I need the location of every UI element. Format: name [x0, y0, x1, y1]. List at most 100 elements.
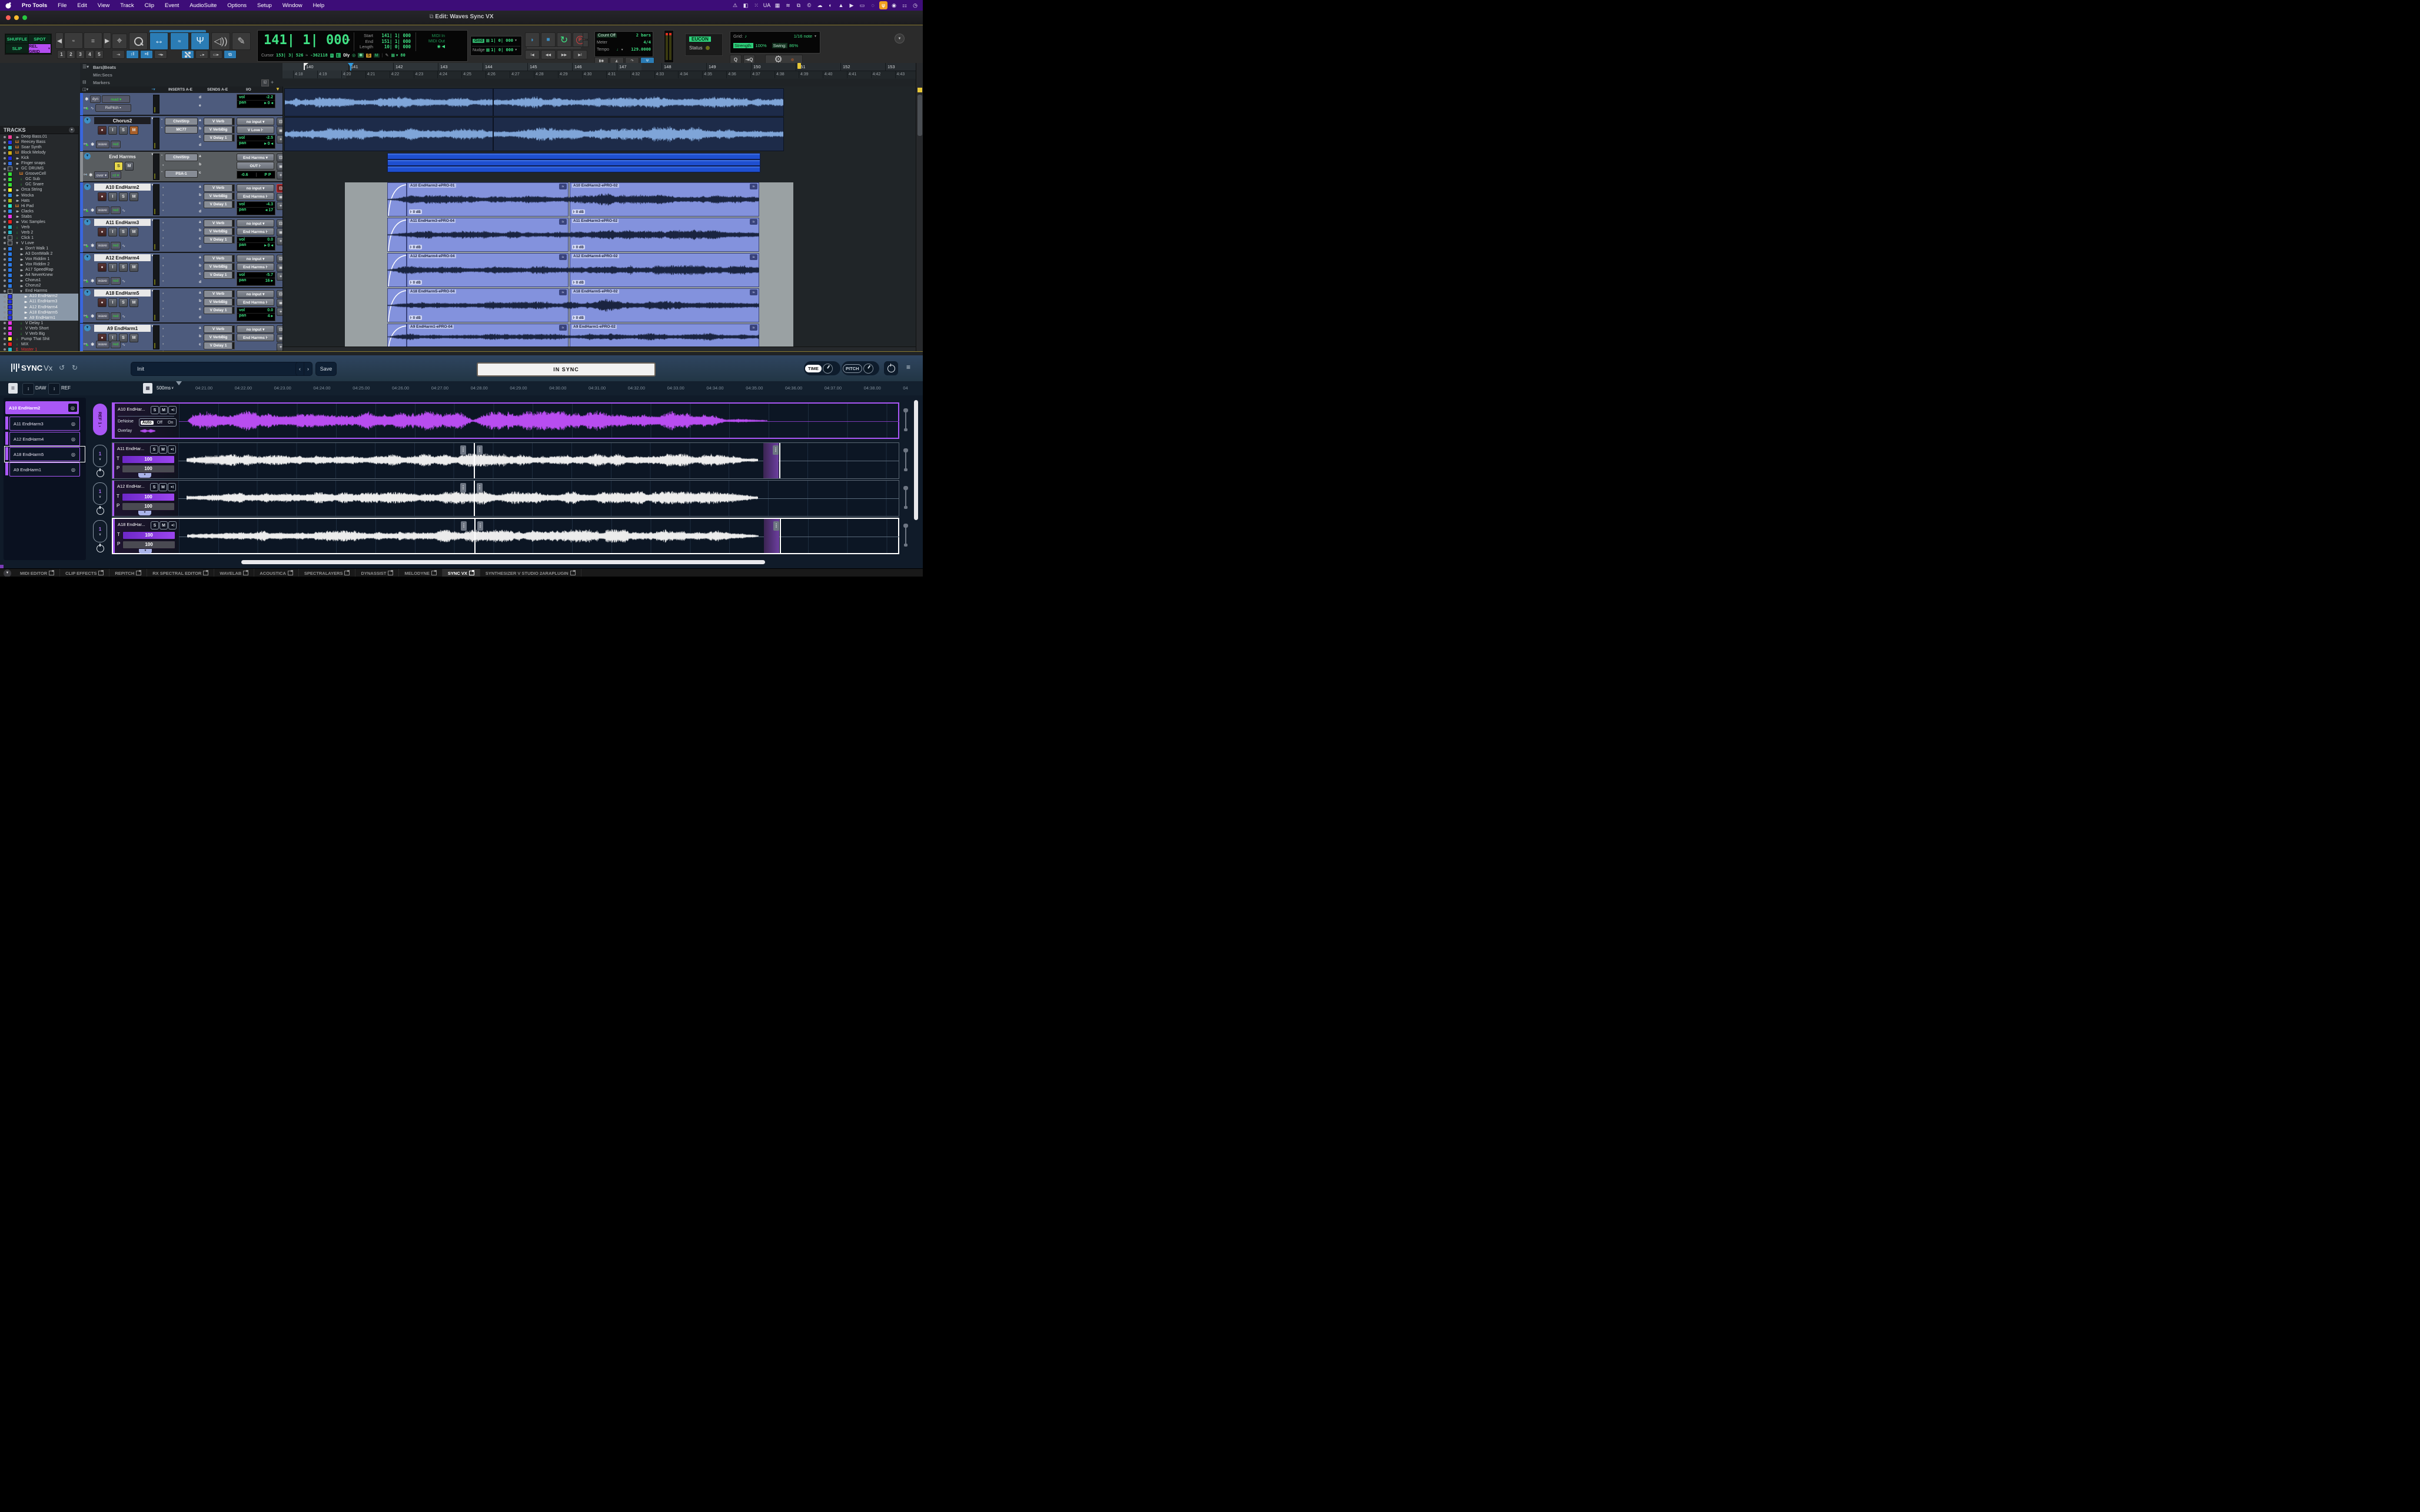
- menu-item-clip[interactable]: Clip: [139, 0, 159, 11]
- sync-lane-a18-endhar-[interactable]: A18 EndHar...SM◄)T100P100▼⋮⋮⋮: [112, 518, 899, 554]
- menu-item-window[interactable]: Window: [277, 0, 308, 11]
- horizontal-scrollbar-edit[interactable]: [282, 347, 916, 351]
- insert-slot-empty[interactable]: •: [162, 257, 164, 261]
- fast-forward-button[interactable]: ▶▶: [557, 50, 571, 59]
- status-display-check-icon[interactable]: ⧉: [795, 1, 803, 9]
- strip-collapse-button[interactable]: ▼: [84, 153, 91, 159]
- count-off-toggle[interactable]: Count Off: [597, 34, 617, 38]
- timeline-marker-yellow[interactable]: [797, 63, 801, 69]
- lane-solo-button[interactable]: S: [151, 521, 159, 529]
- denoise-segmented[interactable]: AutoOffOn: [139, 418, 177, 427]
- tracks-collapse-icon[interactable]: ▼: [69, 127, 75, 133]
- sidebar-item-gc-snare[interactable]: ↓GC Snare: [0, 182, 78, 187]
- track-shown-dot[interactable]: [4, 146, 6, 149]
- track-shown-dot[interactable]: [4, 136, 6, 138]
- track-color-chip[interactable]: [8, 172, 12, 176]
- segment-endline[interactable]: [779, 443, 780, 478]
- vol-pan-display[interactable]: vol0.0pan4 ▸: [237, 307, 275, 321]
- track-shown-dot[interactable]: [4, 269, 6, 271]
- add-button[interactable]: +: [277, 202, 283, 210]
- track-shown-dot[interactable]: [4, 173, 6, 175]
- strip-collapse-button[interactable]: ▼: [84, 184, 91, 190]
- status-window-split-icon[interactable]: ◧: [742, 1, 750, 9]
- sidebar-item-kick[interactable]: ▸▸Kick: [0, 155, 78, 161]
- aux-automation-bar-3[interactable]: [387, 166, 760, 172]
- track-color-chip[interactable]: [8, 278, 12, 283]
- clip-gain-1[interactable]: ⊦ 0 dB: [409, 280, 422, 285]
- track-color-chip[interactable]: [8, 310, 12, 315]
- grid-value-small[interactable]: 80: [400, 53, 405, 58]
- stop-button[interactable]: ■: [541, 32, 556, 47]
- status-film-icon[interactable]: ▦: [773, 1, 782, 9]
- elastic-audio-icon[interactable]: ✱: [91, 278, 95, 284]
- window-button[interactable]: ⊡: [277, 154, 283, 162]
- record-arm-button[interactable]: ●: [98, 263, 107, 272]
- track-shown-dot[interactable]: [4, 199, 6, 202]
- mute-button[interactable]: M: [129, 263, 138, 272]
- send-v-delay-1[interactable]: V Delay 1: [204, 307, 233, 314]
- lane-mute-button[interactable]: M: [159, 521, 168, 529]
- pencil-tool[interactable]: ✎: [232, 32, 251, 50]
- track-color-chip[interactable]: [8, 342, 12, 347]
- quantize-grid-value[interactable]: 1/16 note: [794, 34, 812, 39]
- sync-lane-a12-endhar-[interactable]: A12 EndHar...SM◄)T100P100▼⋮⋮: [112, 480, 899, 517]
- repitch-insert[interactable]: RePitch ▪: [95, 104, 131, 112]
- insert-chnlstrp[interactable]: ChnlStrp: [165, 154, 198, 161]
- io-output[interactable]: OUT ⊦: [237, 162, 274, 169]
- sidebar-item-voc-samples[interactable]: ▸▸Voc Samples: [0, 219, 78, 225]
- clip-gain-2[interactable]: ⊦ 0 dB: [572, 245, 585, 249]
- send-v-verbbig[interactable]: V VerbBig: [204, 126, 233, 134]
- sidebar-item-finger-snaps[interactable]: ▸▸FInger snaps: [0, 161, 78, 166]
- comments-button[interactable]: ≣: [277, 299, 283, 307]
- pitch-mode-button[interactable]: PITCH: [843, 364, 862, 373]
- rewind-button[interactable]: ◀◀: [541, 50, 556, 59]
- clip-gain-1[interactable]: ⊦ 0 dB: [409, 315, 422, 320]
- mirror-clips-button[interactable]: ⧉: [224, 50, 237, 59]
- aux-automation-bar-1[interactable]: [387, 153, 760, 159]
- segment-handle-end[interactable]: ⋮: [773, 521, 779, 531]
- strip-name[interactable]: A9 EndHarm1: [94, 325, 151, 332]
- io-input[interactable]: no input ▾: [237, 184, 274, 192]
- io-input[interactable]: no input ▾: [237, 290, 274, 298]
- sidebar-item-chorus2[interactable]: ▸▸Chorus2: [0, 283, 78, 288]
- comments-button[interactable]: ≣: [277, 162, 283, 171]
- track-shown-dot[interactable]: [4, 237, 6, 239]
- lane-wave-zone[interactable]: ⋮⋮⋮: [178, 443, 899, 478]
- clip-render-icon[interactable]: ≈: [559, 289, 567, 295]
- track-color-chip[interactable]: [8, 214, 12, 219]
- mute-button[interactable]: M: [129, 298, 138, 307]
- sidebar-item-v-love[interactable]: ▾V Love: [0, 241, 78, 246]
- tempo-value[interactable]: 129.0000: [631, 47, 651, 52]
- segment-handle-right[interactable]: ⋮: [477, 483, 483, 492]
- status-microphone-icon[interactable]: ⍦: [879, 1, 887, 9]
- trim-tool[interactable]: ⌖: [112, 34, 127, 49]
- sync-group-pill[interactable]: 1∨: [93, 520, 107, 542]
- sidebar-item-block-melody[interactable]: ШBlock Melody: [0, 150, 78, 155]
- lane-power-button[interactable]: [97, 469, 104, 477]
- track-shown-dot[interactable]: [4, 152, 6, 154]
- grid-small-icon[interactable]: ▦ ▾: [391, 53, 398, 58]
- sync-track-a12-endharm4[interactable]: A12 EndHarm4◎: [9, 432, 80, 446]
- lane-power-button[interactable]: [97, 545, 104, 552]
- sidebar-item-wocka[interactable]: ▸▸Wocka: [0, 193, 78, 198]
- strip-fades-icon[interactable]: ◔▾: [151, 87, 155, 92]
- timebase-icon[interactable]: ◧: [336, 53, 341, 58]
- segment-handle-left[interactable]: ⋮: [461, 521, 467, 531]
- pitch-slider[interactable]: 100: [122, 502, 175, 511]
- strip-view-icon[interactable]: ◫▾: [82, 87, 88, 92]
- swing-value[interactable]: 86%: [789, 43, 798, 48]
- status-cloud-icon[interactable]: ☁: [816, 1, 824, 9]
- strip-name[interactable]: A12 EndHarm4: [94, 254, 151, 261]
- send-v-verbbig[interactable]: V VerbBig: [204, 192, 233, 200]
- strip-collapse-button[interactable]: ▼: [84, 254, 91, 261]
- strip-token-wave[interactable]: wave: [96, 207, 109, 214]
- time-slider[interactable]: 100: [122, 455, 175, 464]
- input-monitor-button[interactable]: I: [108, 263, 117, 272]
- smart-tool-bar[interactable]: [149, 30, 206, 32]
- io-output[interactable]: End Harrms ⊦: [237, 192, 274, 200]
- zoom-resolution-dropdown[interactable]: 500ms∨: [157, 385, 174, 391]
- input-monitor-button[interactable]: I: [108, 126, 117, 135]
- window-button[interactable]: ⊡: [277, 325, 283, 334]
- sidebar-item-clacks[interactable]: ▸▸Clacks: [0, 209, 78, 214]
- track-shown-dot[interactable]: [4, 301, 6, 303]
